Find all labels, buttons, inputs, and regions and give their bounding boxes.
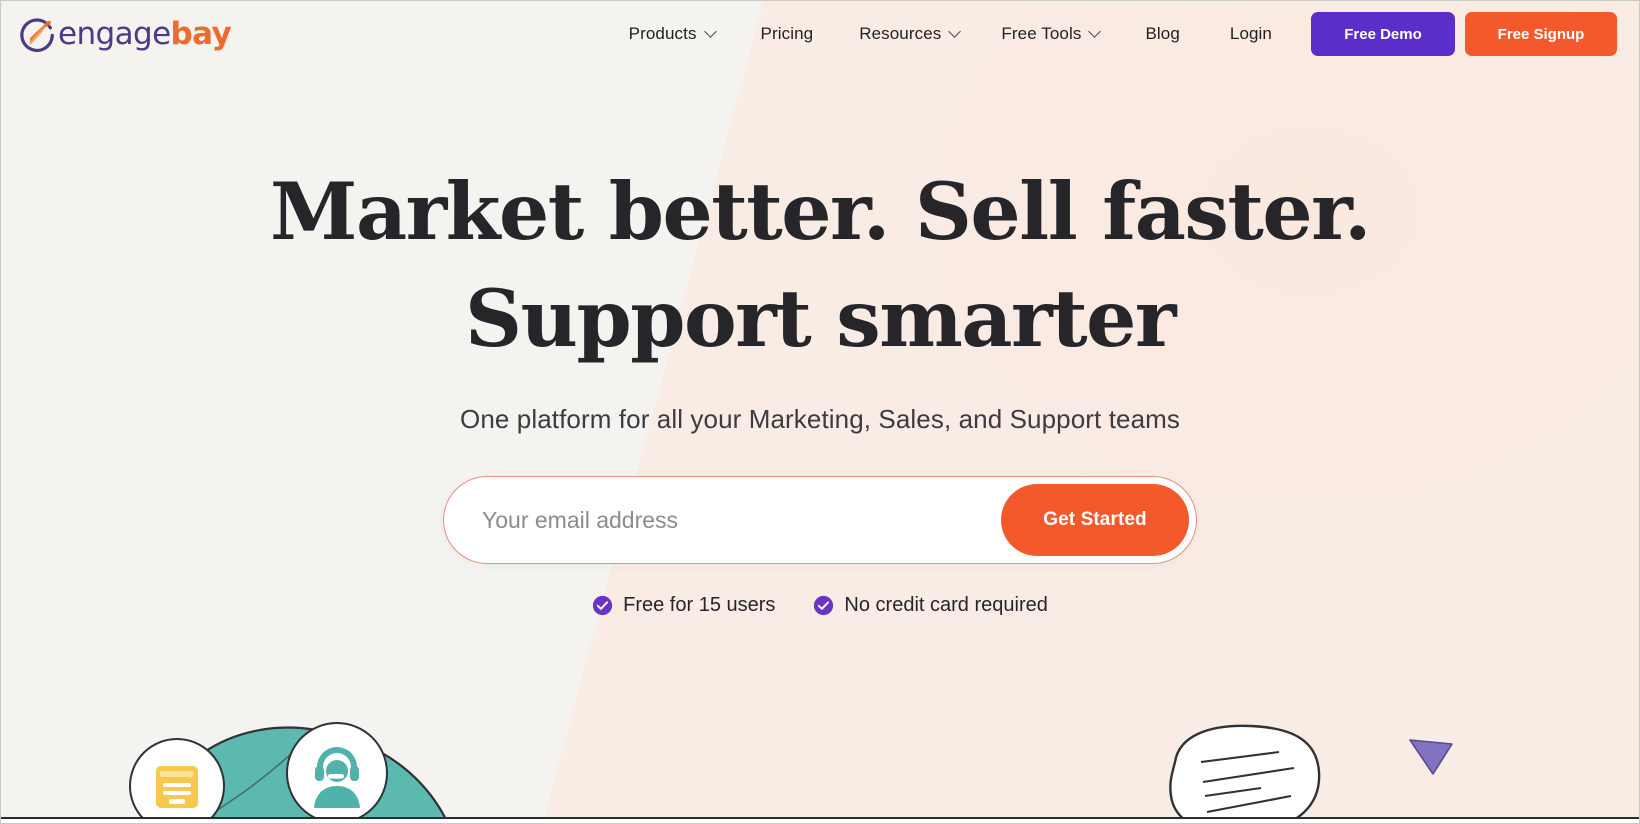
main-navigation: Products Pricing Resources Free Tools Bl… bbox=[608, 12, 1617, 56]
nav-item-blog[interactable]: Blog bbox=[1120, 24, 1204, 44]
logo-text-primary: engage bbox=[58, 15, 171, 52]
nav-label: Login bbox=[1229, 24, 1272, 43]
check-circle-icon bbox=[592, 595, 613, 616]
headline-line-1: Market better. Sell faster. bbox=[270, 165, 1372, 258]
page-root: engagebay Products Pricing Resources Fre… bbox=[0, 0, 1640, 824]
engagebay-rocket-circle-logo-icon bbox=[19, 15, 57, 53]
nav-item-pricing[interactable]: Pricing bbox=[736, 24, 839, 44]
nav-item-free-tools[interactable]: Free Tools bbox=[980, 24, 1120, 44]
nav-item-resources[interactable]: Resources bbox=[838, 24, 980, 44]
nav-label: Resources bbox=[859, 24, 942, 43]
chevron-down-icon bbox=[948, 24, 962, 38]
headline-line-2: Support smarter bbox=[464, 272, 1177, 365]
check-circle-icon bbox=[813, 595, 834, 616]
chevron-down-icon bbox=[703, 24, 717, 38]
purple-triangle-shape bbox=[1407, 734, 1455, 781]
nav-item-products[interactable]: Products bbox=[608, 24, 736, 44]
nav-label: Free Tools bbox=[1001, 24, 1082, 43]
hero-section: Market better. Sell faster. Support smar… bbox=[1, 67, 1639, 617]
signup-form: Get Started bbox=[443, 476, 1197, 564]
hero-subheadline: One platform for all your Marketing, Sal… bbox=[460, 404, 1180, 434]
badge-label: Free for 15 users bbox=[623, 594, 776, 616]
badge-free-users: Free for 15 users bbox=[592, 594, 775, 617]
badge-no-credit-card: No credit card required bbox=[813, 594, 1048, 617]
page-title: Market better. Sell faster. Support smar… bbox=[1, 172, 1639, 358]
badge-label: No credit card required bbox=[844, 594, 1048, 616]
feature-circle-support bbox=[284, 720, 390, 823]
feature-circle-card bbox=[127, 736, 227, 823]
get-started-button[interactable]: Get Started bbox=[1001, 484, 1189, 556]
logo-text-secondary: bay bbox=[170, 15, 232, 52]
trust-badges: Free for 15 users No credit card require… bbox=[1, 594, 1639, 617]
logo[interactable]: engagebay bbox=[19, 15, 232, 53]
email-input[interactable] bbox=[444, 485, 1001, 555]
bottom-divider-line bbox=[1, 817, 1639, 819]
nav-label: Products bbox=[628, 24, 697, 43]
free-demo-button[interactable]: Free Demo bbox=[1311, 12, 1455, 56]
yellow-card-icon bbox=[156, 766, 198, 808]
nav-item-login[interactable]: Login bbox=[1205, 24, 1297, 44]
nav-label: Pricing bbox=[760, 24, 814, 43]
free-signup-button[interactable]: Free Signup bbox=[1465, 12, 1617, 56]
site-header: engagebay Products Pricing Resources Fre… bbox=[1, 1, 1639, 67]
hand-drawn-speech-bubble bbox=[1139, 710, 1339, 823]
nav-label: Blog bbox=[1145, 24, 1180, 43]
chevron-down-icon bbox=[1088, 24, 1102, 38]
